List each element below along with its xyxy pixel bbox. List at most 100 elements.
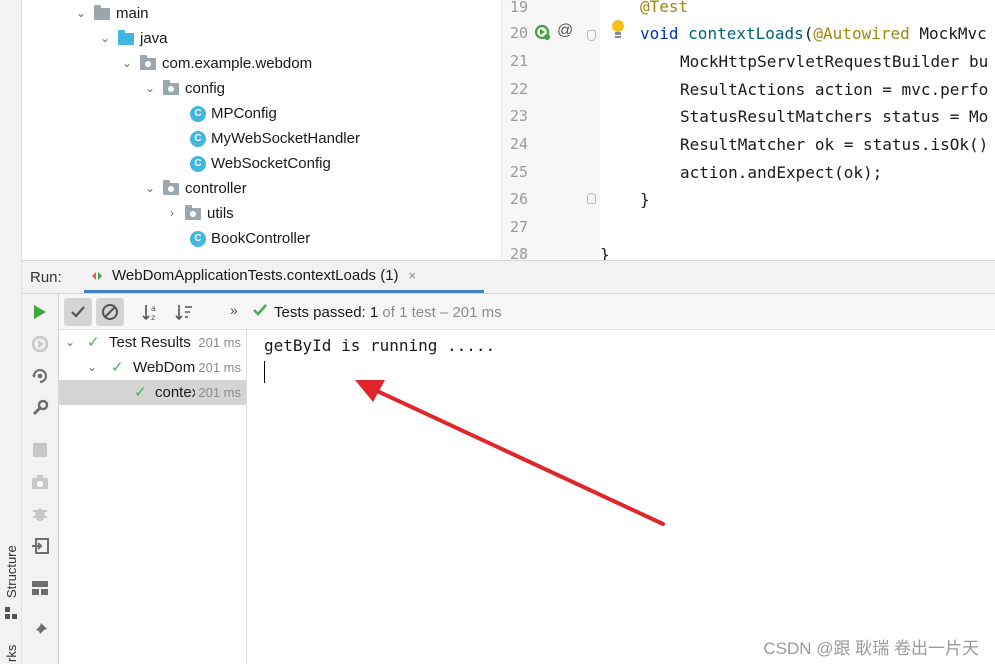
code-annotation: @Autowired: [813, 24, 910, 43]
tree-item-label: WebSocketConfig: [211, 155, 331, 172]
package-icon: [140, 54, 156, 70]
tree-item-label: com.example.webdom: [162, 55, 313, 72]
rerun-failed-icon[interactable]: [30, 334, 50, 354]
chevron-down-icon[interactable]: ⌄: [143, 76, 157, 101]
test-tree-row[interactable]: ⌄ ✓ Test Results 201 ms: [59, 330, 246, 355]
test-tree-row[interactable]: ⌄ ✓ WebDomApplicationTests 201 ms: [59, 355, 246, 380]
autowired-gutter-icon[interactable]: @: [557, 22, 573, 40]
code-text: MockMvc: [909, 24, 987, 43]
code-line: void contextLoads(@Autowired MockMvc: [640, 24, 987, 43]
tree-item-label: main: [116, 5, 149, 22]
structure-tab[interactable]: Structure: [4, 545, 19, 598]
project-tree: ⌄ main ⌄ java ⌄ com.example.webdom ⌄ con…: [22, 0, 502, 260]
folder-icon: [94, 4, 110, 20]
test-tree-name: Test Results: [109, 334, 191, 351]
test-tree-time: 201 ms: [198, 360, 241, 375]
pin-icon[interactable]: [30, 620, 50, 640]
fold-icon[interactable]: [587, 193, 596, 204]
svg-text:a: a: [151, 304, 156, 313]
import-icon[interactable]: [30, 536, 50, 556]
fold-icon[interactable]: [587, 30, 596, 41]
package-icon: [185, 204, 201, 220]
tree-item-controller[interactable]: ⌄ controller: [143, 176, 247, 201]
bookmarks-tab[interactable]: rks: [4, 645, 19, 662]
line-number: 19: [509, 0, 528, 16]
sort-by-duration-icon[interactable]: [170, 298, 198, 326]
toggle-auto-test-icon[interactable]: [30, 366, 50, 386]
run-toolbar: [22, 294, 59, 664]
code-line: ResultActions action = mvc.perfo: [680, 80, 989, 99]
tree-item-config[interactable]: ⌄ config: [143, 76, 225, 101]
line-number: 24: [509, 135, 528, 153]
class-icon: C: [190, 230, 206, 247]
test-config-icon: [90, 269, 104, 283]
lightbulb-icon[interactable]: [610, 18, 626, 40]
line-number: 21: [509, 52, 528, 70]
test-results-tree: ⌄ ✓ Test Results 201 ms ⌄ ✓ WebDomApplic…: [59, 330, 247, 664]
chevron-right-icon[interactable]: ›: [165, 201, 179, 226]
pass-check-icon: [252, 303, 268, 321]
wrench-icon[interactable]: [30, 398, 50, 418]
package-icon: [163, 179, 179, 195]
run-tab[interactable]: WebDomApplicationTests.contextLoads (1) …: [84, 261, 484, 293]
test-toolbar: az » Tests passed: 1 of 1 test – 201 ms: [59, 294, 995, 330]
code-method: contextLoads: [688, 24, 804, 43]
close-icon[interactable]: ×: [409, 268, 417, 283]
svg-text:z: z: [151, 313, 155, 321]
code-paren: (: [803, 24, 814, 43]
tree-item-mpconfig[interactable]: C MPConfig: [190, 101, 277, 126]
debug-icon[interactable]: [30, 504, 50, 524]
more-actions-icon[interactable]: »: [230, 302, 238, 318]
line-number: 27: [509, 218, 528, 236]
watermark: CSDN @跟 耿瑞 卷出一片天: [763, 639, 979, 658]
test-tree-name: contextLoads(): [155, 384, 195, 401]
structure-icon: [5, 606, 17, 619]
sort-alphabetically-icon[interactable]: az: [137, 298, 165, 326]
test-tree-name: WebDomApplicationTests: [133, 359, 195, 376]
line-number: 28: [509, 245, 528, 260]
tree-item-main[interactable]: ⌄ main: [74, 1, 149, 26]
camera-icon[interactable]: [30, 472, 50, 492]
layout-icon[interactable]: [30, 578, 50, 598]
tree-item-websocketconfig[interactable]: C WebSocketConfig: [190, 151, 331, 176]
status-suffix: of 1 test – 201 ms: [378, 304, 502, 321]
console-output[interactable]: getById is running .....: [247, 330, 995, 664]
chevron-down-icon[interactable]: ⌄: [98, 26, 112, 51]
test-tree-row[interactable]: ✓ contextLoads() 201 ms: [59, 380, 246, 405]
source-folder-icon: [118, 29, 134, 45]
tree-item-label: BookController: [211, 230, 311, 247]
chevron-down-icon[interactable]: ⌄: [120, 51, 134, 76]
rerun-icon[interactable]: [30, 302, 50, 322]
code-line: }: [600, 245, 610, 260]
code-line: StatusResultMatchers status = Mo: [680, 107, 989, 126]
show-ignored-button[interactable]: [96, 298, 124, 326]
tree-item-java[interactable]: ⌄ java: [98, 26, 168, 51]
tree-item-mywebsockethandler[interactable]: C MyWebSocketHandler: [190, 126, 360, 151]
test-tree-time: 201 ms: [198, 335, 241, 350]
chevron-down-icon[interactable]: ⌄: [74, 1, 88, 26]
chevron-down-icon[interactable]: ⌄: [87, 355, 97, 380]
tree-item-utils[interactable]: › utils: [165, 201, 234, 226]
pass-check-icon: ✓: [134, 384, 147, 401]
show-passed-button[interactable]: [64, 298, 92, 326]
chevron-down-icon[interactable]: ⌄: [65, 330, 75, 355]
test-status: Tests passed: 1 of 1 test – 201 ms: [253, 303, 502, 321]
tree-item-label: utils: [207, 205, 234, 222]
tree-item-label: config: [185, 80, 226, 97]
line-number: 25: [509, 163, 528, 181]
run-test-gutter-icon[interactable]: [534, 24, 552, 42]
tree-item-label: MPConfig: [211, 105, 277, 122]
tree-item-package-root[interactable]: ⌄ com.example.webdom: [120, 51, 312, 76]
stop-icon[interactable]: [30, 440, 50, 460]
tree-item-label: java: [140, 30, 168, 47]
package-icon: [163, 79, 179, 95]
code-line: }: [640, 190, 650, 209]
code-editor[interactable]: 19 20 21 22 23 24 25 26 27 28 @ @Test vo…: [502, 0, 995, 260]
line-number: 20: [509, 24, 528, 42]
code-line: action.andExpect(ok);: [680, 163, 883, 182]
tree-item-label: controller: [185, 180, 247, 197]
chevron-down-icon[interactable]: ⌄: [143, 176, 157, 201]
class-icon: C: [190, 155, 206, 172]
passed-count: 1: [369, 304, 379, 321]
tree-item-bookcontroller[interactable]: C BookController: [190, 226, 310, 251]
